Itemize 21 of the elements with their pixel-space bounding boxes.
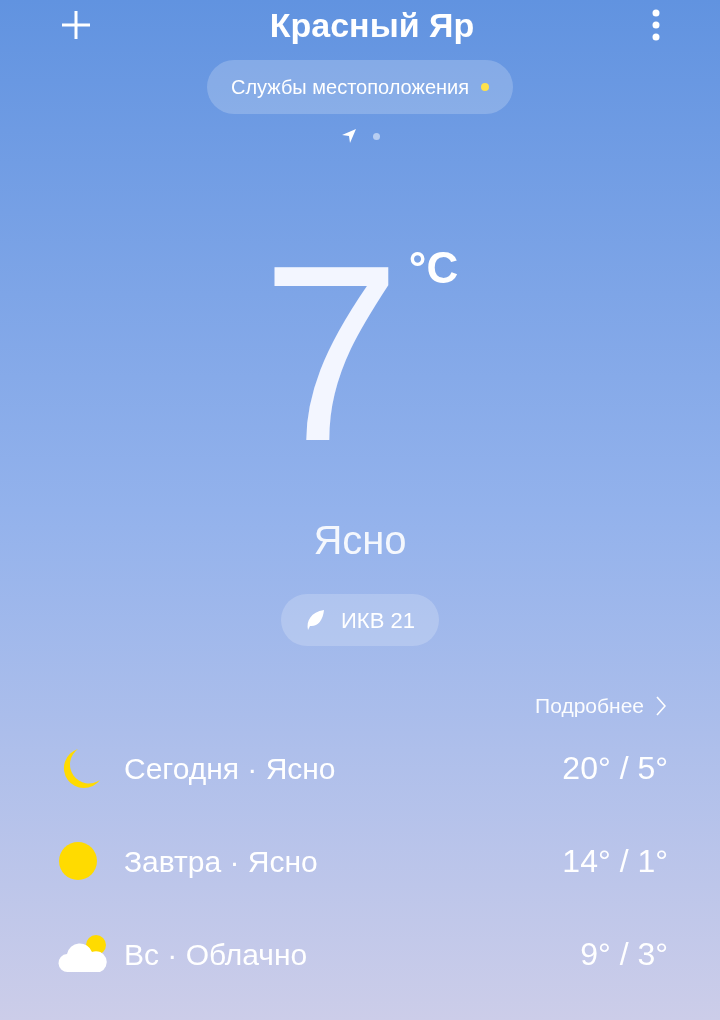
temperature: 7 [261,254,401,454]
city-title: Красный Яр [269,4,475,46]
forecast-day: Вс · Облачно [124,931,308,977]
aqi-label: ИКВ 21 [341,606,415,635]
more-icon[interactable] [652,9,660,41]
location-services-pill[interactable]: Службы местоположения [206,60,514,114]
forecast-temps: 9° / 3° [580,935,668,974]
forecast-day: Сегодня · Ясно [124,745,336,791]
more-link[interactable]: Подробнее [535,690,666,722]
sun-icon [58,841,98,881]
forecast-temps: 20° / 5° [562,749,668,788]
cloud-sun-icon [58,934,110,974]
forecast-temps: 14° / 1° [562,842,668,881]
forecast-day: Завтра · Ясно [124,838,318,884]
condition: Ясно [313,517,407,564]
leaf-icon [305,609,326,631]
temperature-unit: °C [408,246,459,290]
add-icon[interactable] [60,9,92,41]
chevron-icon [656,695,666,716]
location-arrow-icon [340,128,357,144]
aqi-pill[interactable]: ИКВ 21 [281,594,439,646]
